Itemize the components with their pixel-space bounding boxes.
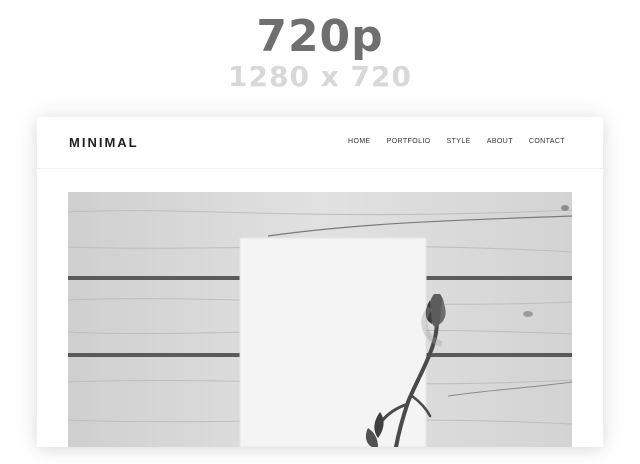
site-header: MINIMAL HOME PORTFOLIO STYLE ABOUT CONTA… <box>37 117 603 169</box>
nav-item-portfolio[interactable]: PORTFOLIO <box>387 138 431 145</box>
wood-knot <box>561 205 569 211</box>
hero-image <box>68 192 572 447</box>
nav-item-home[interactable]: HOME <box>348 138 371 145</box>
nav-item-contact[interactable]: CONTACT <box>529 138 565 145</box>
browser-preview-frame: MINIMAL HOME PORTFOLIO STYLE ABOUT CONTA… <box>37 117 603 447</box>
resolution-subtitle: 1280 x 720 <box>228 60 412 93</box>
nav-item-style[interactable]: STYLE <box>447 138 471 145</box>
site-logo[interactable]: MINIMAL <box>69 135 139 150</box>
nav-item-about[interactable]: ABOUT <box>487 138 513 145</box>
site-nav-menu: HOME PORTFOLIO STYLE ABOUT CONTACT <box>348 138 565 145</box>
blank-card <box>240 238 426 447</box>
wood-knot <box>523 311 533 317</box>
hero-photo-illustration <box>68 192 572 447</box>
resolution-title: 720p <box>256 11 384 62</box>
